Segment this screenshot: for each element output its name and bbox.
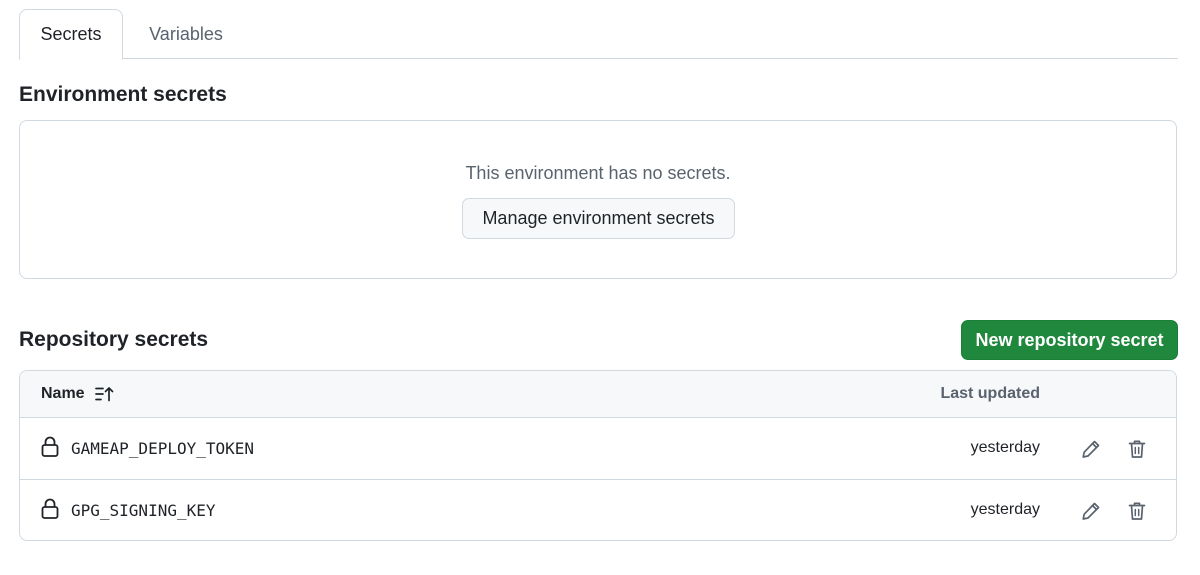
secret-name: GAMEAP_DEPLOY_TOKEN: [71, 439, 255, 458]
sort-ascending-icon: [94, 385, 115, 403]
delete-secret-button[interactable]: [1123, 435, 1151, 463]
last-updated-column-label: Last updated: [940, 385, 1040, 402]
trash-icon: [1128, 440, 1146, 458]
trash-icon: [1128, 502, 1146, 520]
manage-environment-secrets-button[interactable]: Manage environment secrets: [462, 198, 735, 239]
delete-secret-button[interactable]: [1123, 497, 1151, 525]
table-row: GAMEAP_DEPLOY_TOKEN yesterday: [20, 418, 1176, 480]
edit-secret-button[interactable]: [1077, 497, 1105, 525]
name-column-sort[interactable]: Name: [41, 385, 115, 403]
secrets-page: Secrets Variables Environment secrets Th…: [0, 0, 1200, 575]
edit-secret-button[interactable]: [1077, 435, 1105, 463]
environment-secrets-heading: Environment secrets: [19, 83, 227, 106]
table-row: GPG_SIGNING_KEY yesterday: [20, 480, 1176, 540]
new-repository-secret-button[interactable]: New repository secret: [961, 320, 1178, 360]
lock-icon: [41, 436, 59, 458]
repository-secrets-heading: Repository secrets: [19, 328, 209, 351]
secret-last-updated: yesterday: [970, 501, 1040, 518]
secret-last-updated: yesterday: [970, 439, 1040, 456]
tab-secrets[interactable]: Secrets: [19, 9, 123, 60]
tab-bar: Secrets Variables: [19, 9, 1178, 60]
pencil-icon: [1082, 440, 1100, 458]
lock-icon: [41, 498, 59, 520]
name-column-label: Name: [41, 385, 85, 402]
table-header: Name Last updated: [20, 371, 1176, 418]
empty-state-message: This environment has no secrets.: [465, 163, 731, 183]
repository-secrets-table: Name Last updated GAMEAP_DEPLOY_TOKEN ye…: [19, 370, 1177, 541]
environment-secrets-box: This environment has no secrets. Manage …: [19, 120, 1177, 279]
pencil-icon: [1082, 502, 1100, 520]
tab-variables[interactable]: Variables: [123, 9, 249, 59]
secret-name: GPG_SIGNING_KEY: [71, 501, 216, 520]
